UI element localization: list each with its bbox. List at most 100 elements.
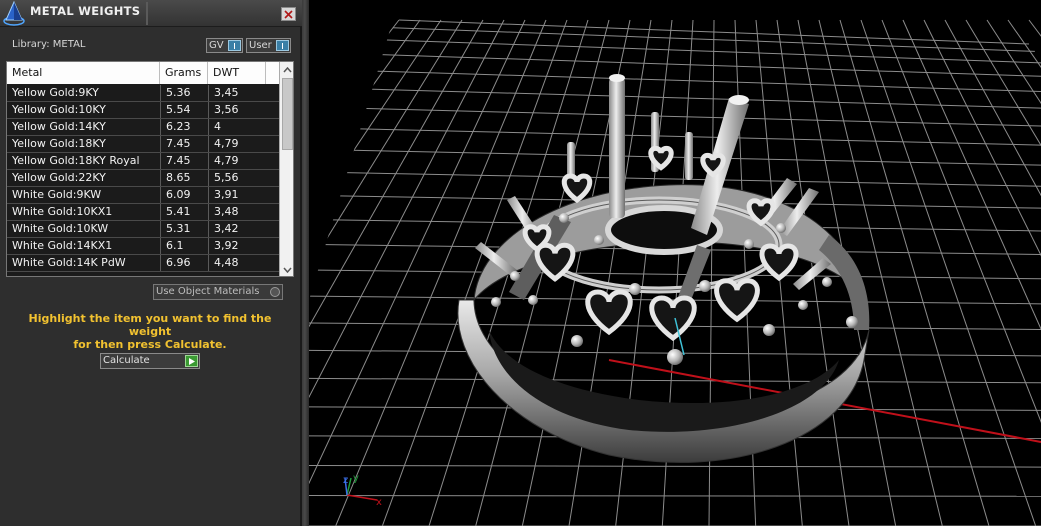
grams-cell: 5.31 xyxy=(160,221,208,237)
column-header-metal[interactable]: Metal xyxy=(7,62,160,84)
dwt-cell: 3,56 xyxy=(208,102,266,118)
table-row[interactable]: Yellow Gold:18KY 7.45 4,79 xyxy=(7,136,279,153)
radio-icon xyxy=(270,287,280,297)
metal-cell: Yellow Gold:9KY xyxy=(12,86,99,99)
dwt-cell: 5,56 xyxy=(208,170,266,186)
prong-ball xyxy=(822,277,832,287)
table-row[interactable]: Yellow Gold:22KY 8.65 5,56 xyxy=(7,170,279,187)
dwt-cell: 4,79 xyxy=(208,136,266,152)
scroll-up-button[interactable] xyxy=(280,62,293,76)
user-toggle-label: User xyxy=(249,40,272,51)
dwt-cell: 3,48 xyxy=(208,204,266,220)
toggle-switch-icon xyxy=(276,40,289,51)
prong-ball xyxy=(528,295,538,305)
table-body: Yellow Gold:9KY 5.36 3,45 Yellow Gold:10… xyxy=(7,85,279,272)
prong-ball xyxy=(491,297,501,307)
viewport-canvas: x y z xyxy=(309,0,1041,526)
table-row[interactable]: Yellow Gold:14KY 6.23 4 xyxy=(7,119,279,136)
pyramid-icon xyxy=(2,0,26,27)
metal-cell: White Gold:9KW xyxy=(12,188,102,201)
panel-titlebar[interactable]: METAL WEIGHTS xyxy=(0,0,302,27)
panel-title: METAL WEIGHTS xyxy=(30,4,141,18)
dwt-cell: 4 xyxy=(208,119,266,135)
use-object-materials-option[interactable]: Use Object Materials xyxy=(153,284,283,300)
grams-cell: 7.45 xyxy=(160,153,208,169)
grams-cell: 8.65 xyxy=(160,170,208,186)
table-row[interactable]: White Gold:14KX1 6.1 3,92 xyxy=(7,238,279,255)
close-icon xyxy=(284,9,293,19)
grams-cell: 5.36 xyxy=(160,85,208,101)
table-row[interactable]: Yellow Gold:9KY 5.36 3,45 xyxy=(7,85,279,102)
metal-weights-table: Metal Grams DWT Yellow Gold:9KY 5.36 3,4… xyxy=(6,61,294,277)
grams-cell: 6.1 xyxy=(160,238,208,254)
axis-y-label: y xyxy=(353,473,359,484)
library-label: Library: METAL xyxy=(12,39,86,50)
gv-toggle[interactable]: GV xyxy=(206,38,243,53)
instructions-line-2: for then press Calculate. xyxy=(73,338,227,351)
table-scrollbar[interactable] xyxy=(279,62,293,276)
title-separator xyxy=(146,2,148,25)
gv-toggle-label: GV xyxy=(209,40,224,51)
grams-cell: 7.45 xyxy=(160,136,208,152)
prong-ball xyxy=(559,213,569,223)
metal-cell: Yellow Gold:18KY xyxy=(12,137,106,150)
grams-cell: 5.41 xyxy=(160,204,208,220)
table-row[interactable]: White Gold:10KX1 5.41 3,48 xyxy=(7,204,279,221)
axis-x-label: x xyxy=(376,497,382,508)
3d-viewport[interactable]: x y z xyxy=(309,0,1041,526)
close-button[interactable] xyxy=(281,7,296,21)
prong-ball xyxy=(571,335,583,347)
prong-ball xyxy=(667,349,683,365)
use-object-materials-label: Use Object Materials xyxy=(156,286,260,297)
metal-cell: White Gold:14KX1 xyxy=(12,239,113,252)
metal-cell: White Gold:10KW xyxy=(12,222,109,235)
prong-ball xyxy=(594,235,604,245)
calculate-button[interactable]: Calculate xyxy=(100,353,200,369)
chevron-up-icon xyxy=(283,63,292,76)
grams-cell: 6.23 xyxy=(160,119,208,135)
prong-ball xyxy=(798,300,808,310)
metal-cell: Yellow Gold:14KY xyxy=(12,120,106,133)
metal-cell: Yellow Gold:22KY xyxy=(12,171,106,184)
table-row[interactable]: White Gold:9KW 6.09 3,91 xyxy=(7,187,279,204)
prong-ball xyxy=(846,316,858,328)
dwt-cell: 3,92 xyxy=(208,238,266,254)
prong-ball xyxy=(744,239,754,249)
grams-cell: 6.96 xyxy=(160,255,208,271)
table-row[interactable]: White Gold:10KW 5.31 3,42 xyxy=(7,221,279,238)
column-header-dwt[interactable]: DWT xyxy=(208,62,266,84)
dwt-cell: 3,45 xyxy=(208,85,266,101)
dwt-cell: 4,48 xyxy=(208,255,266,271)
toggle-switch-icon xyxy=(228,40,241,51)
table-row[interactable]: Yellow Gold:18KY Royal 7.45 4,79 xyxy=(7,153,279,170)
instructions-line-1: Highlight the item you want to find the … xyxy=(28,312,272,338)
grams-cell: 6.09 xyxy=(160,187,208,203)
heart-setting xyxy=(648,145,674,171)
metal-cell: White Gold:14K PdW xyxy=(12,256,126,269)
metal-cell: Yellow Gold:10KY xyxy=(12,103,106,116)
metal-weights-panel: METAL WEIGHTS Library: METAL GV User Met… xyxy=(0,0,302,526)
column-header-grams[interactable]: Grams xyxy=(160,62,208,84)
prong-ball xyxy=(629,283,641,295)
user-toggle[interactable]: User xyxy=(246,38,291,53)
axis-z-label: z xyxy=(343,475,348,486)
metal-cell: White Gold:10KX1 xyxy=(12,205,113,218)
dwt-cell: 4,79 xyxy=(208,153,266,169)
metal-cell: Yellow Gold:18KY Royal xyxy=(12,154,140,167)
chevron-down-icon xyxy=(283,263,292,276)
grams-cell: 5.54 xyxy=(160,102,208,118)
panel-splitter[interactable] xyxy=(302,0,309,526)
scroll-down-button[interactable] xyxy=(280,262,293,276)
table-row[interactable]: Yellow Gold:10KY 5.54 3,56 xyxy=(7,102,279,119)
table-header: Metal Grams DWT xyxy=(7,62,279,84)
scroll-thumb[interactable] xyxy=(282,78,293,150)
heart-setting xyxy=(700,152,726,178)
dwt-cell: 3,91 xyxy=(208,187,266,203)
table-row[interactable]: White Gold:14K PdW 6.96 4,48 xyxy=(7,255,279,272)
prong-ball xyxy=(699,280,711,292)
dwt-cell: 3,42 xyxy=(208,221,266,237)
instructions-text: Highlight the item you want to find the … xyxy=(10,312,290,351)
prong-ball xyxy=(763,324,775,336)
calculate-label: Calculate xyxy=(103,355,150,366)
prong-ball xyxy=(510,271,520,281)
